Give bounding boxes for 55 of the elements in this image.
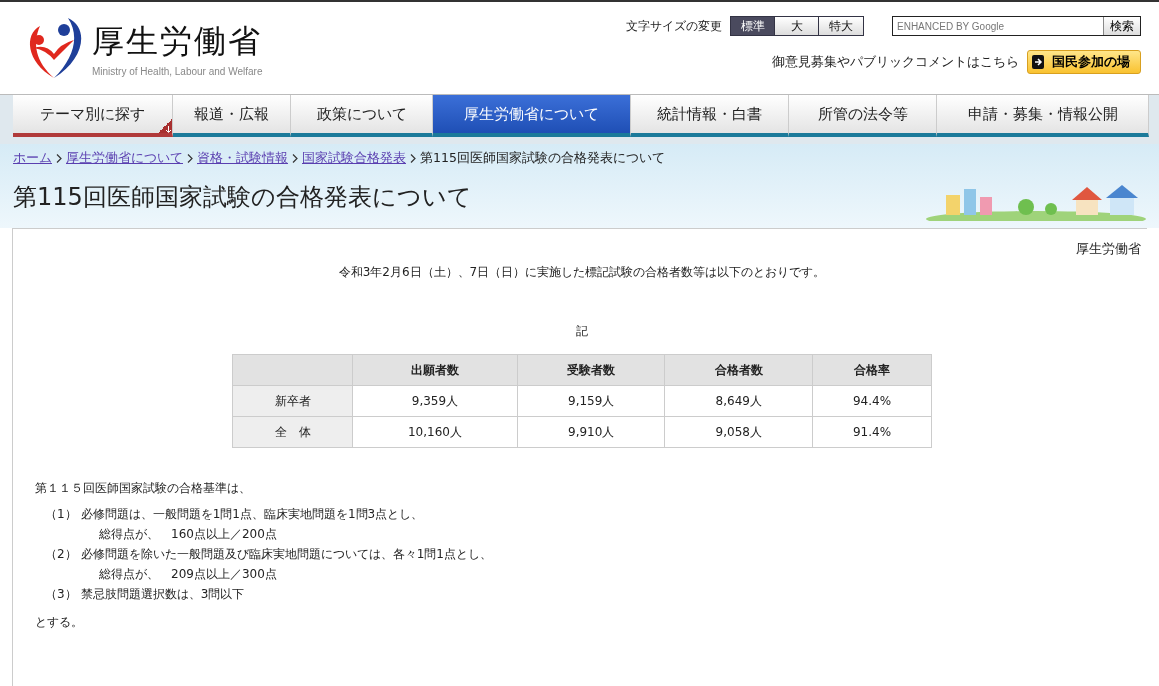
author-text: 厚生労働省 — [1076, 241, 1141, 258]
table-cell: 9,159人 — [517, 385, 665, 417]
logo-subtitle: Ministry of Health, Labour and Welfare — [92, 66, 263, 77]
breadcrumb-link[interactable]: 国家試験合格発表 — [302, 150, 406, 167]
closing-text: とする。 — [35, 614, 84, 631]
table-cell: 9,058人 — [664, 416, 813, 448]
criteria-text: 必修問題は、一般問題を1問1点、臨床実地問題を1問3点とし、 — [80, 506, 424, 523]
chevron-icon — [56, 154, 62, 163]
table-header-cell: 出願者数 — [352, 354, 518, 386]
page-title: 第115回医師国家試験の合格発表について — [13, 182, 472, 213]
nav-tab[interactable]: 報道・広報 — [173, 95, 291, 137]
table-header-cell: 合格率 — [812, 354, 932, 386]
arrow-icon — [1032, 55, 1044, 69]
font-size-label: 文字サイズの変更 — [626, 17, 722, 35]
chevron-icon — [187, 154, 193, 163]
table-cell: 10,160人 — [352, 416, 518, 448]
table-cell: 91.4% — [812, 416, 932, 448]
search-button[interactable]: 検索 — [1103, 17, 1140, 35]
nav-tab[interactable]: 申請・募集・情報公開 — [937, 95, 1149, 137]
item-number: （3） — [45, 586, 77, 603]
table-cell: 94.4% — [812, 385, 932, 417]
nav-tab[interactable]: テーマ別に探す — [13, 95, 173, 137]
table-cell: 9,910人 — [517, 416, 665, 448]
nav-tab[interactable]: 政策について — [291, 95, 433, 137]
note-heading: 記 — [575, 323, 589, 340]
logo-text: 厚生労働省 — [92, 21, 263, 62]
chevron-icon — [410, 154, 416, 163]
criteria-detail: 総得点が、 209点以上／300点 — [99, 566, 278, 583]
criteria-detail: 総得点が、 160点以上／200点 — [99, 526, 278, 543]
criteria-heading: 第１１５回医師国家試験の合格基準は、 — [35, 480, 252, 497]
intro-text: 令和3年2月6日（土）、7日（日）に実施した標記試験の合格者数等は以下のとおりです。 — [337, 264, 827, 281]
nav-tab[interactable]: 厚生労働省について — [433, 95, 631, 137]
row-header-cell: 新卒者 — [232, 385, 353, 417]
table-header-cell: 合格者数 — [664, 354, 813, 386]
item-number: （2） — [45, 546, 77, 563]
font-size-button[interactable]: 標準 — [731, 17, 775, 35]
table-header-cell: 受験者数 — [517, 354, 665, 386]
chevron-icon — [292, 154, 298, 163]
criteria-text: 禁忌肢問題選択数は、3問以下 — [80, 586, 245, 603]
breadcrumb-link[interactable]: 厚生労働省について — [66, 150, 183, 167]
table-cell: 9,359人 — [352, 385, 518, 417]
breadcrumb-current: 第115回医師国家試験の合格発表について — [420, 150, 665, 167]
participation-button[interactable]: 国民参加の場 — [1027, 50, 1141, 74]
breadcrumb-link[interactable]: 資格・試験情報 — [197, 150, 288, 167]
participation-text: 御意見募集やパブリックコメントはこちら — [772, 53, 1019, 71]
nav-tab[interactable]: 所管の法令等 — [789, 95, 937, 137]
row-header-cell: 全 体 — [232, 416, 353, 448]
criteria-text: 必修問題を除いた一般問題及び臨床実地問題については、各々1問1点とし、 — [80, 546, 492, 563]
font-size-button[interactable]: 特大 — [819, 17, 863, 35]
table-cell: 8,649人 — [664, 385, 813, 417]
font-size-button[interactable]: 大 — [775, 17, 819, 35]
search-field[interactable]: ENHANCED BY Google 検索 — [892, 16, 1141, 36]
item-number: （1） — [45, 506, 77, 523]
breadcrumb-link[interactable]: ホーム — [13, 150, 52, 167]
nav-tab[interactable]: 統計情報・白書 — [631, 95, 789, 137]
